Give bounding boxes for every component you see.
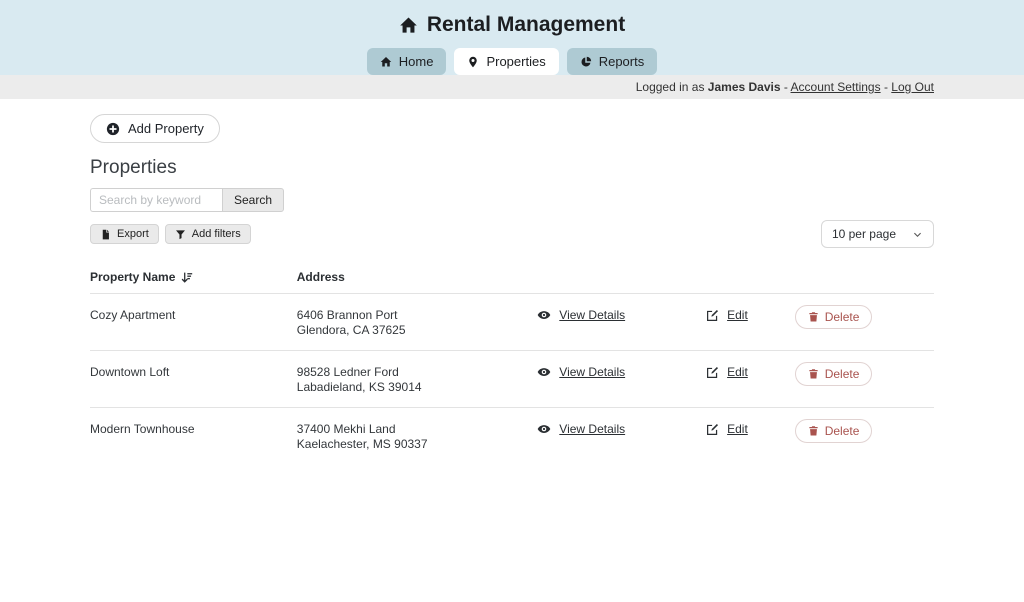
filter-icon (175, 229, 186, 240)
delete-label: Delete (825, 424, 860, 438)
delete-button[interactable]: Delete (795, 419, 873, 443)
view-details-link[interactable]: View Details (559, 308, 625, 322)
address-cell: 98528 Ledner Ford Labadieland, KS 39014 (297, 351, 538, 408)
per-page-value: 10 per page (832, 227, 896, 241)
add-property-label: Add Property (128, 121, 204, 136)
column-header-address: Address (297, 260, 538, 294)
user-bar: Logged in as James Davis - Account Setti… (0, 75, 1024, 99)
add-filters-label: Add filters (192, 228, 241, 240)
page-app-title: Rental Management (427, 13, 625, 37)
edit-link[interactable]: Edit (727, 422, 748, 436)
delete-button[interactable]: Delete (795, 305, 873, 329)
table-row: Downtown Loft 98528 Ledner Ford Labadiel… (90, 351, 934, 408)
edit-link[interactable]: Edit (727, 308, 748, 322)
tab-reports[interactable]: Reports (567, 48, 658, 75)
view-details-link[interactable]: View Details (559, 365, 625, 379)
delete-button[interactable]: Delete (795, 362, 873, 386)
map-pin-icon (467, 56, 479, 68)
trash-icon (808, 311, 819, 323)
username: James Davis (708, 80, 781, 94)
export-button[interactable]: Export (90, 224, 159, 244)
tab-properties[interactable]: Properties (454, 48, 558, 75)
app-title-row: Rental Management (0, 13, 1024, 37)
plus-circle-icon (106, 122, 120, 136)
tab-label: Home (399, 54, 434, 69)
edit-icon (706, 366, 719, 379)
export-label: Export (117, 228, 149, 240)
edit-icon (706, 309, 719, 322)
account-settings-link[interactable]: Account Settings (791, 80, 881, 94)
tab-label: Reports (599, 54, 645, 69)
properties-table: Property Name Address Cozy Apartment 640… (90, 260, 934, 464)
app-header: Rental Management Home Properties Report… (0, 0, 1024, 75)
property-name-header-label: Property Name (90, 270, 175, 284)
delete-label: Delete (825, 310, 860, 324)
per-page-select[interactable]: 10 per page (821, 220, 934, 248)
trash-icon (808, 425, 819, 437)
add-property-button[interactable]: Add Property (90, 114, 220, 143)
property-name-cell: Modern Townhouse (90, 408, 297, 465)
property-name-cell: Cozy Apartment (90, 294, 297, 351)
table-row: Cozy Apartment 6406 Brannon Port Glendor… (90, 294, 934, 351)
table-toolbar: Export Add filters 10 per page (90, 220, 934, 248)
separator: - (784, 80, 788, 94)
tab-home[interactable]: Home (367, 48, 447, 75)
search-form: Search (90, 188, 934, 212)
eye-icon (537, 308, 551, 322)
search-input[interactable] (90, 188, 222, 212)
logged-in-prefix: Logged in as (636, 80, 705, 94)
add-filters-button[interactable]: Add filters (165, 224, 251, 244)
table-header-row: Property Name Address (90, 260, 934, 294)
address-line-1: 98528 Ledner Ford (297, 365, 538, 380)
address-line-1: 6406 Brannon Port (297, 308, 538, 323)
eye-icon (537, 365, 551, 379)
chevron-down-icon (912, 229, 923, 240)
address-cell: 37400 Mekhi Land Kaelachester, MS 90337 (297, 408, 538, 465)
trash-icon (808, 368, 819, 380)
pie-chart-icon (580, 56, 592, 68)
address-line-1: 37400 Mekhi Land (297, 422, 538, 437)
address-line-2: Labadieland, KS 39014 (297, 380, 538, 395)
column-header-property-name[interactable]: Property Name (90, 260, 297, 294)
delete-label: Delete (825, 367, 860, 381)
edit-icon (706, 423, 719, 436)
table-row: Modern Townhouse 37400 Mekhi Land Kaelac… (90, 408, 934, 465)
view-details-link[interactable]: View Details (559, 422, 625, 436)
sort-icon (180, 271, 193, 284)
address-cell: 6406 Brannon Port Glendora, CA 37625 (297, 294, 538, 351)
page-title: Properties (90, 157, 934, 179)
home-icon (399, 16, 418, 35)
home-icon (380, 56, 392, 68)
tab-label: Properties (486, 54, 545, 69)
main-content: Add Property Properties Search Export Ad… (90, 99, 934, 464)
search-button[interactable]: Search (222, 188, 284, 212)
file-icon (100, 229, 111, 240)
address-line-2: Kaelachester, MS 90337 (297, 437, 538, 452)
property-name-cell: Downtown Loft (90, 351, 297, 408)
main-nav: Home Properties Reports (0, 48, 1024, 75)
log-out-link[interactable]: Log Out (891, 80, 934, 94)
edit-link[interactable]: Edit (727, 365, 748, 379)
address-line-2: Glendora, CA 37625 (297, 323, 538, 338)
separator: - (884, 80, 888, 94)
eye-icon (537, 422, 551, 436)
